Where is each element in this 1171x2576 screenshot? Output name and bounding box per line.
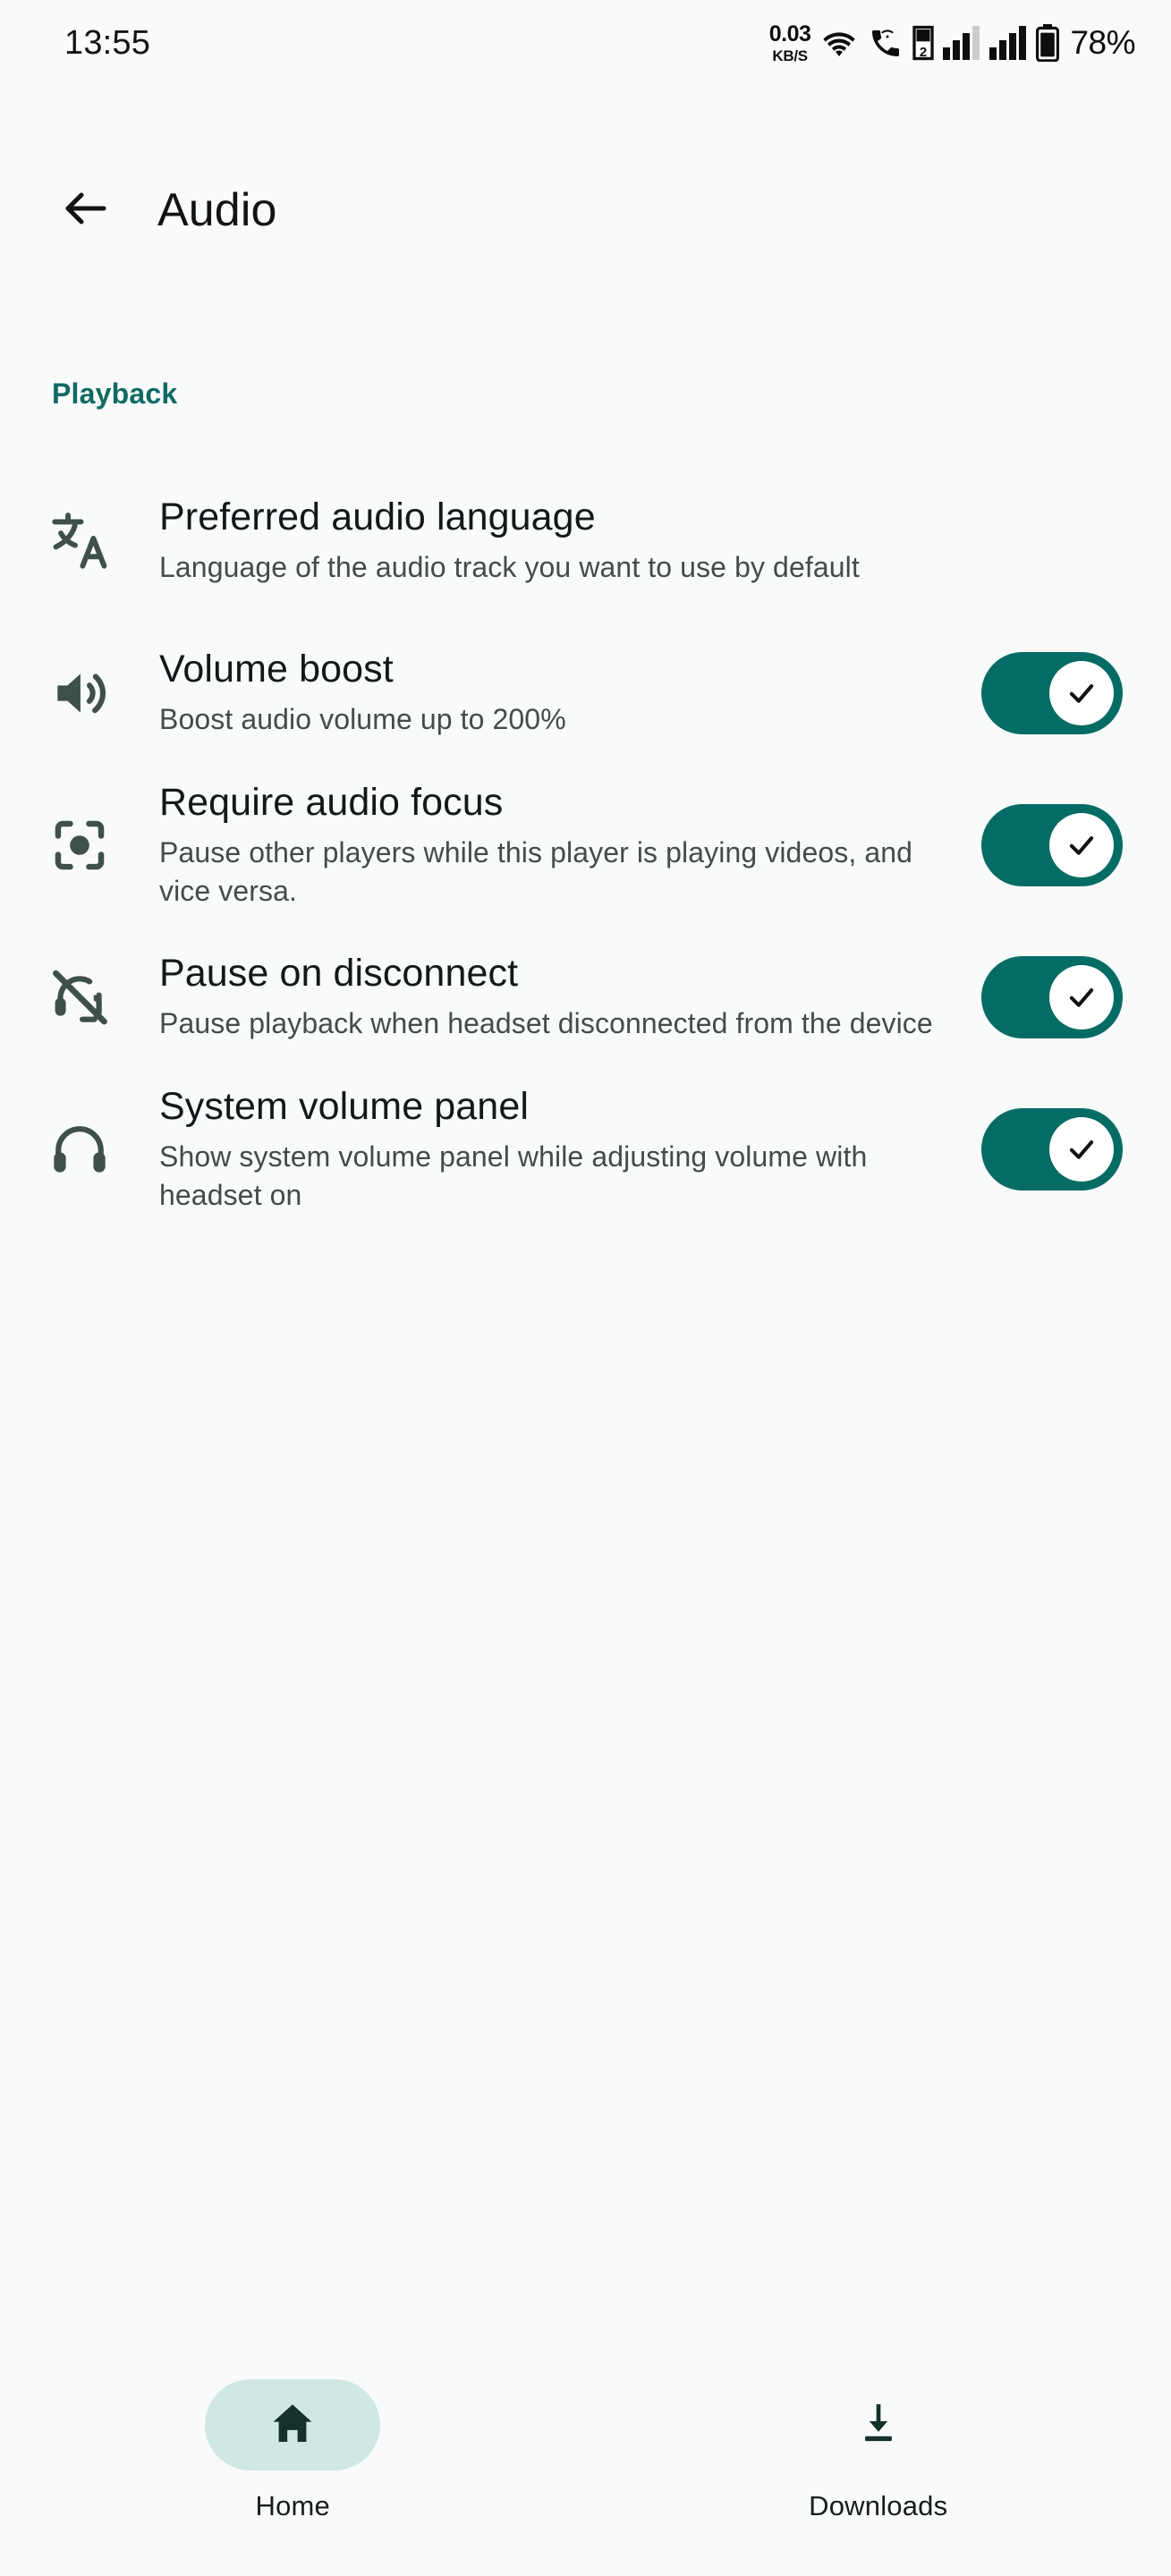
preference-control — [967, 652, 1137, 734]
volume-boost-toggle[interactable] — [981, 652, 1123, 734]
vowifi-call-icon — [868, 25, 904, 61]
toggle-thumb — [1049, 813, 1114, 877]
require-audio-focus-toggle[interactable] — [981, 804, 1123, 886]
app-bar: Audio — [0, 152, 1171, 268]
system-volume-panel-toggle[interactable] — [981, 1108, 1123, 1191]
preference-title: Volume boost — [159, 647, 394, 691]
preference-row-require-audio-focus[interactable]: Require audio focus Pause other players … — [0, 769, 1171, 921]
wifi-icon — [819, 25, 859, 61]
preference-subtitle: Pause playback when headset disconnected… — [159, 1007, 933, 1040]
toggle-thumb — [1049, 1117, 1114, 1182]
network-speed-indicator: 0.03 KB/S — [768, 21, 811, 64]
download-icon — [853, 2398, 904, 2453]
home-icon — [267, 2398, 318, 2453]
toggle-thumb — [1049, 965, 1114, 1030]
preference-title: Require audio focus — [159, 780, 504, 824]
nav-pill-downloads — [791, 2379, 966, 2470]
status-icons: 0.03 KB/S 2 78% — [768, 21, 1136, 64]
preference-control — [967, 956, 1137, 1038]
preference-row-system-volume-panel[interactable]: System volume panel Show system volume p… — [0, 1073, 1171, 1225]
status-clock: 13:55 — [64, 23, 151, 62]
nav-label-downloads: Downloads — [809, 2490, 948, 2521]
preference-title: Pause on disconnect — [159, 951, 519, 995]
nav-pill-home — [205, 2379, 381, 2470]
bottom-navigation-bar: Home Downloads — [0, 2345, 1171, 2576]
preference-list: Preferred audio language Language of the… — [0, 465, 1171, 1225]
preference-text: Require audio focus Pause other players … — [159, 781, 967, 911]
preference-text: Volume boost Boost audio volume up to 20… — [159, 648, 967, 739]
preference-subtitle: Language of the audio track you want to … — [159, 551, 860, 584]
preference-title: Preferred audio language — [159, 495, 596, 538]
preference-row-volume-boost[interactable]: Volume boost Boost audio volume up to 20… — [0, 617, 1171, 769]
page-title: Audio — [157, 184, 277, 236]
preference-row-pause-on-disconnect[interactable]: Pause on disconnect Pause playback when … — [0, 921, 1171, 1073]
sim-badge-icon: 2 — [912, 25, 935, 61]
preference-subtitle: Show system volume panel while adjusting… — [159, 1140, 868, 1211]
preference-text: Preferred audio language Language of the… — [159, 496, 967, 587]
signal-bars-sim2-icon — [989, 26, 1027, 60]
arrow-back-icon — [59, 182, 113, 240]
volume-up-icon — [0, 660, 159, 726]
preference-subtitle: Boost audio volume up to 200% — [159, 703, 566, 736]
network-speed-rate: 0.03 — [768, 21, 811, 47]
translate-icon — [0, 508, 159, 574]
battery-percent-label: 78% — [1070, 24, 1135, 61]
nav-item-downloads[interactable]: Downloads — [586, 2379, 1171, 2522]
preference-control — [967, 804, 1137, 886]
headset-off-icon — [0, 964, 159, 1030]
nav-label-home: Home — [255, 2490, 330, 2521]
headphones-icon — [0, 1116, 159, 1182]
status-bar: 13:55 0.03 KB/S 2 78% — [0, 0, 1171, 86]
preference-text: System volume panel Show system volume p… — [159, 1085, 967, 1215]
back-button[interactable] — [43, 167, 129, 253]
network-speed-unit: KB/S — [772, 47, 808, 64]
svg-text:2: 2 — [920, 45, 927, 60]
center-focus-icon — [0, 812, 159, 878]
battery-icon — [1036, 24, 1060, 62]
preference-text: Pause on disconnect Pause playback when … — [159, 952, 967, 1043]
signal-bars-sim1-icon — [943, 26, 980, 60]
section-header-playback: Playback — [52, 377, 178, 410]
preference-row-preferred-audio-language[interactable]: Preferred audio language Language of the… — [0, 465, 1171, 617]
preference-title: System volume panel — [159, 1084, 529, 1128]
nav-item-home[interactable]: Home — [0, 2379, 586, 2522]
preference-subtitle: Pause other players while this player is… — [159, 835, 913, 907]
toggle-thumb — [1049, 661, 1114, 725]
pause-on-disconnect-toggle[interactable] — [981, 956, 1123, 1038]
preference-control — [967, 1108, 1137, 1191]
